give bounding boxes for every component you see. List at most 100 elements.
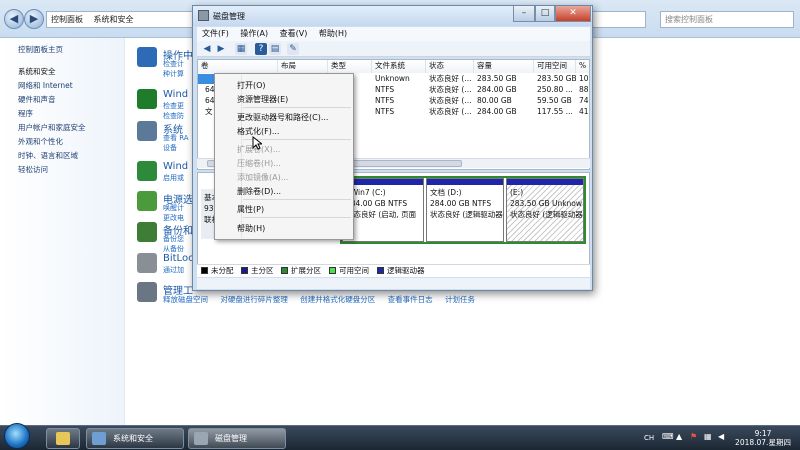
sidebar-item-appearance[interactable]: 外观和个性化	[18, 136, 63, 147]
link-create-format-partition[interactable]: 创建并格式化硬盘分区	[300, 295, 375, 304]
col-type[interactable]: 类型	[328, 60, 372, 73]
taskbar-button-disk-management[interactable]: 磁盘管理	[188, 428, 286, 449]
sidebar-item-accessibility[interactable]: 轻松访问	[18, 164, 48, 175]
sidebar-item-hardware[interactable]: 硬件和声音	[18, 94, 56, 105]
menu-item-properties[interactable]: 属性(P)	[237, 204, 264, 215]
breadcrumb-current[interactable]: 系统和安全	[94, 15, 134, 24]
legend-label: 扩展分区	[291, 266, 321, 275]
search-input[interactable]: 搜索控制面板	[660, 11, 794, 28]
console-tree-icon[interactable]: ▦	[235, 43, 247, 55]
flag-icon[interactable]: ⚑	[690, 432, 697, 441]
menu-item-explorer[interactable]: 资源管理器(E)	[237, 94, 288, 105]
link-event-log[interactable]: 查看事件日志	[388, 295, 433, 304]
show-hidden-icons-icon[interactable]: ▲	[676, 432, 682, 441]
disk-icon	[198, 10, 209, 21]
cell-free: 59.50 GB	[537, 96, 572, 105]
tools-icon	[137, 282, 157, 302]
taskbar-button-system-security[interactable]: 系统和安全	[86, 428, 184, 449]
link-scheduled-tasks[interactable]: 计划任务	[445, 295, 475, 304]
cell-filesystem: NTFS	[375, 107, 395, 116]
menu-item-delete-volume[interactable]: 删除卷(D)...	[237, 186, 281, 197]
forward-button[interactable]: ▶	[24, 9, 44, 29]
cell-free: 250.80 ...	[537, 85, 573, 94]
legend-label: 主分区	[251, 266, 274, 275]
close-button[interactable]: ✕	[555, 6, 591, 22]
partition-name: 4Win7 (C:)	[346, 188, 386, 197]
col-capacity[interactable]: 容量	[474, 60, 534, 73]
keyboard-icon[interactable]: ⌨	[662, 432, 674, 441]
forward-arrow-icon[interactable]: ▶	[215, 43, 227, 55]
explorer-taskbar-button[interactable]	[46, 428, 80, 449]
legend-swatch-primary	[241, 267, 248, 274]
status-bar	[197, 278, 590, 289]
maximize-button[interactable]: □	[535, 6, 555, 22]
update-icon	[137, 161, 157, 181]
menu-file[interactable]: 文件(F)	[202, 29, 229, 38]
legend: 未分配 主分区 扩展分区 可用空间 逻辑驱动器	[197, 264, 590, 277]
menu-view[interactable]: 查看(V)	[280, 29, 308, 38]
partition-size: 284.00 GB NTFS	[346, 199, 408, 208]
cell-free: 117.55 ...	[537, 107, 573, 116]
system-tray: CH ⌨ ▲ ⚑ ▦ ◀ 9:17 2018.07.星期四	[640, 426, 800, 450]
col-status[interactable]: 状态	[426, 60, 474, 73]
link-defrag[interactable]: 对硬盘进行碎片整理	[220, 295, 288, 304]
partition-status: 状态良好 (逻辑驱动器	[510, 210, 583, 219]
menu-item-change-drive-letter[interactable]: 更改驱动器号和路径(C)...	[237, 112, 328, 123]
clock[interactable]: 9:17 2018.07.星期四	[732, 429, 794, 447]
partition-e[interactable]: (E:) 283.50 GB Unknow 状态良好 (逻辑驱动器	[506, 178, 584, 242]
back-arrow-icon[interactable]: ◀	[201, 43, 213, 55]
lock-icon	[137, 253, 157, 273]
cell-filesystem: NTFS	[375, 85, 395, 94]
legend-label: 可用空间	[339, 266, 369, 275]
menu-item-shrink-volume: 压缩卷(H)...	[237, 159, 281, 168]
legend-swatch-extended	[281, 267, 288, 274]
title-bar[interactable]: 磁盘管理 – □ ✕	[193, 6, 592, 26]
minimize-button[interactable]: –	[513, 6, 535, 22]
cell-capacity: 284.00 GB	[477, 107, 517, 116]
partition-size: 283.50 GB Unknow	[510, 199, 583, 208]
disk-icon	[194, 432, 208, 445]
sidebar-item-clock-region[interactable]: 时钟、语言和区域	[18, 150, 78, 161]
col-layout[interactable]: 布局	[278, 60, 328, 73]
legend-swatch-unallocated	[201, 267, 208, 274]
partition-c[interactable]: 4Win7 (C:) 284.00 GB NTFS 状态良好 (启动, 页面	[342, 178, 424, 242]
col-volume[interactable]: 卷	[198, 60, 278, 73]
control-panel-icon	[92, 432, 106, 445]
volume-icon[interactable]: ◀	[718, 432, 724, 441]
back-button[interactable]: ◀	[4, 9, 24, 29]
sidebar: 控制面板主页 系统和安全 网络和 Internet 硬件和声音 程序 用户帐户和…	[0, 38, 125, 425]
help-icon[interactable]: ?	[255, 43, 267, 55]
menu-item-open[interactable]: 打开(O)	[237, 80, 266, 91]
menu-separator	[243, 107, 351, 108]
menu-bar: 文件(F) 操作(A) 查看(V) 帮助(H)	[197, 27, 590, 41]
network-icon[interactable]: ▦	[704, 432, 712, 441]
sidebar-item-home[interactable]: 控制面板主页	[18, 44, 63, 55]
menu-help[interactable]: 帮助(H)	[319, 29, 347, 38]
col-filesystem[interactable]: 文件系统	[372, 60, 426, 73]
menu-item-help[interactable]: 帮助(H)	[237, 223, 265, 234]
list-view-icon[interactable]: ▤	[269, 43, 281, 55]
admin-tools-links: 释放磁盘空间 对硬盘进行碎片整理 创建并格式化硬盘分区 查看事件日志 计划任务	[163, 294, 485, 305]
sidebar-item-programs[interactable]: 程序	[18, 108, 33, 119]
breadcrumb-root[interactable]: 控制面板	[51, 15, 83, 24]
menu-item-add-mirror: 添加镜像(A)...	[237, 173, 289, 182]
sidebar-item-user-accounts[interactable]: 用户帐户和家庭安全	[18, 122, 86, 133]
legend-label: 逻辑驱动器	[387, 266, 425, 275]
language-indicator[interactable]: CH	[644, 434, 654, 442]
cell-percent: 74	[579, 96, 589, 105]
col-free[interactable]: 可用空间	[534, 60, 576, 73]
partition-d[interactable]: 文档 (D:) 284.00 GB NTFS 状态良好 (逻辑驱动器	[426, 178, 504, 242]
cell-status: 状态良好 (...	[429, 85, 472, 94]
cell-filesystem: NTFS	[375, 96, 395, 105]
cell-status: 状态良好 (...	[429, 107, 472, 116]
start-button[interactable]	[4, 423, 30, 449]
cell-percent: 100	[579, 74, 589, 83]
col-percent[interactable]: %	[576, 60, 589, 73]
menu-action[interactable]: 操作(A)	[240, 29, 268, 38]
folder-icon	[56, 432, 70, 445]
properties-icon[interactable]: ✎	[287, 43, 299, 55]
link-free-disk-space[interactable]: 释放磁盘空间	[163, 295, 208, 304]
partition-bar	[507, 179, 583, 185]
sidebar-item-network[interactable]: 网络和 Internet	[18, 80, 73, 91]
sidebar-item-system-security[interactable]: 系统和安全	[18, 66, 56, 77]
